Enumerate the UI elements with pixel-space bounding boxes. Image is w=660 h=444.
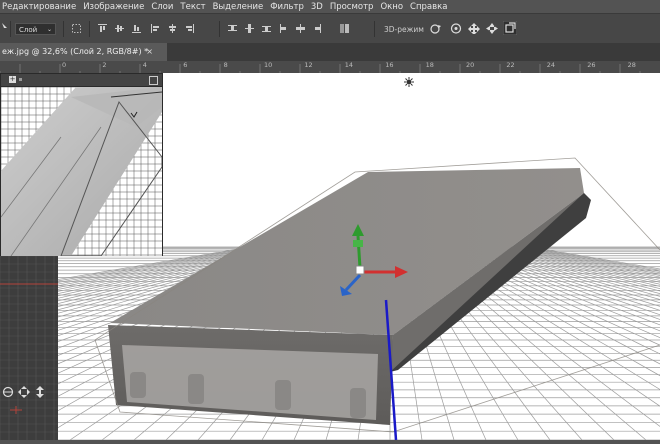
document-tab[interactable]: еж.jpg @ 32,6% (Слой 2, RGB/8#) * × <box>0 43 167 61</box>
align-left-icon[interactable] <box>151 24 160 33</box>
ruler-number: 10 <box>264 61 272 69</box>
menu-bar: Редактирование Изображение Слои Текст Выделе… <box>0 0 660 13</box>
menu-item[interactable]: Изображение <box>83 2 144 12</box>
menu-item[interactable]: Текст <box>180 2 205 12</box>
ruler-number: 0 <box>62 61 66 69</box>
ruler-number: 14 <box>345 61 353 69</box>
ruler-number: 2 <box>102 61 106 69</box>
orbit-3d-icon[interactable] <box>430 23 442 34</box>
preview-view <box>1 87 162 256</box>
axis-origin-icon[interactable] <box>356 266 364 274</box>
close-icon[interactable]: × <box>146 43 153 61</box>
ruler-number: 28 <box>628 61 636 69</box>
box-connector <box>350 388 366 418</box>
roll-3d-icon[interactable] <box>450 23 462 34</box>
layer-select-value: Слой <box>19 26 37 34</box>
pan-3d-icon[interactable] <box>468 23 480 34</box>
distribute-hcenter-icon[interactable] <box>296 24 305 33</box>
y-axis-scale-icon[interactable] <box>353 240 363 247</box>
ruler-number: 18 <box>426 61 434 69</box>
distribute-bottom-icon[interactable] <box>262 24 271 33</box>
distribute-vcenter-icon[interactable] <box>245 24 254 33</box>
menu-item[interactable]: 3D <box>311 2 323 12</box>
auto-align-icon[interactable] <box>340 24 349 33</box>
transform-controls-icon[interactable] <box>72 24 81 33</box>
align-right-icon[interactable] <box>185 24 194 33</box>
preview-handle-icon <box>19 78 22 81</box>
3d-camera-preview-panel[interactable]: + <box>0 73 163 256</box>
chevron-down-icon: ⌄ <box>47 24 52 36</box>
box-connector <box>275 380 291 410</box>
orbit-camera-icon[interactable] <box>2 386 14 398</box>
box-front-cavity <box>122 345 378 420</box>
move-tool-icon[interactable] <box>2 23 8 32</box>
separator <box>10 21 11 37</box>
left-panel-strip <box>0 256 58 440</box>
axis-mini-icon <box>10 406 22 414</box>
separator <box>63 21 64 37</box>
preview-panel-header: + <box>1 74 162 87</box>
separator <box>89 21 90 37</box>
ruler-number: 4 <box>143 61 147 69</box>
distribute-right-icon[interactable] <box>313 24 322 33</box>
slide-3d-icon[interactable] <box>486 23 498 34</box>
ruler-number: 12 <box>304 61 312 69</box>
ruler-number: 26 <box>587 61 595 69</box>
box-connector <box>188 374 204 404</box>
align-hcenter-icon[interactable] <box>168 24 177 33</box>
ruler-number: 8 <box>224 61 228 69</box>
document-tab-bar: еж.jpg @ 32,6% (Слой 2, RGB/8#) * × <box>0 43 660 61</box>
options-bar: Слой ⌄ 3D-режим <box>0 13 660 44</box>
menu-item[interactable]: Справка <box>410 2 447 12</box>
light-icon[interactable] <box>404 77 414 87</box>
scale-3d-icon[interactable] <box>503 21 517 35</box>
dolly-camera-icon[interactable] <box>35 386 45 398</box>
menu-item[interactable]: Фильтр <box>270 2 304 12</box>
3d-mode-label: 3D-режим <box>384 25 424 34</box>
align-vcenter-icon[interactable] <box>115 24 124 33</box>
ruler-number: 20 <box>466 61 474 69</box>
menu-item[interactable]: Выделение <box>213 2 264 12</box>
align-top-icon[interactable] <box>98 24 107 33</box>
ruler-number: 22 <box>506 61 514 69</box>
menu-item[interactable]: Редактирование <box>2 2 76 12</box>
menu-item[interactable]: Просмотр <box>330 2 374 12</box>
ruler-number: 16 <box>385 61 393 69</box>
preview-expand-icon[interactable] <box>149 76 158 85</box>
distribute-top-icon[interactable] <box>228 24 237 33</box>
left-panel-grid <box>0 256 58 440</box>
ruler-number: 24 <box>547 61 555 69</box>
menu-item[interactable]: Слои <box>151 2 173 12</box>
layer-select[interactable]: Слой ⌄ <box>15 23 56 35</box>
ruler-number: 6 <box>183 61 187 69</box>
document-tab-title: еж.jpg @ 32,6% (Слой 2, RGB/8#) * <box>2 47 148 56</box>
camera-controls <box>2 386 56 400</box>
separator <box>219 21 220 37</box>
box-connector <box>130 372 146 398</box>
distribute-left-icon[interactable] <box>279 24 288 33</box>
pan-camera-icon[interactable] <box>18 386 30 398</box>
align-bottom-icon[interactable] <box>132 24 141 33</box>
menu-item[interactable]: Окно <box>380 2 403 12</box>
preview-menu-icon[interactable]: + <box>9 76 16 83</box>
separator <box>374 21 375 37</box>
